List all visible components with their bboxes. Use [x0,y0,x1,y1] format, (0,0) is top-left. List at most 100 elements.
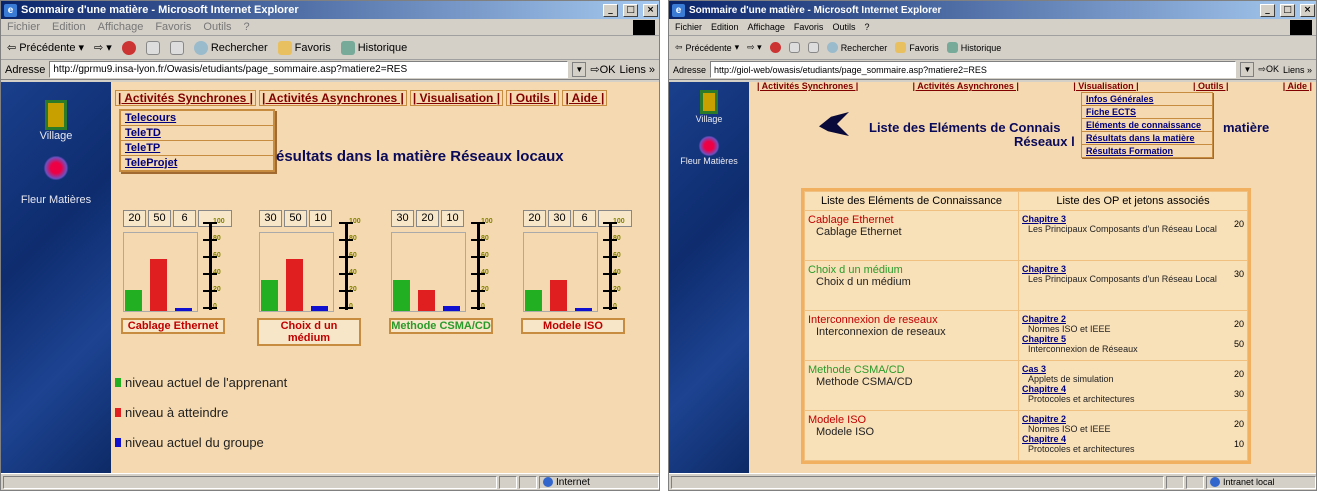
url-dropdown-button[interactable]: ▼ [572,62,587,77]
go-button[interactable]: ⇨OK [590,63,615,76]
nav-activites-synchrones[interactable]: | Activités Synchrones | [757,81,858,91]
chapter-description: Interconnexion de Réseaux [1028,344,1138,354]
menu-favoris[interactable]: Favoris [794,22,824,32]
forward-button[interactable]: ⇨ ▾ [747,42,762,53]
menu-outils[interactable]: Outils [832,22,855,32]
nav-outils[interactable]: | Outils | [506,90,560,106]
gauge-value: 6 [173,210,196,227]
history-button[interactable]: Historique [340,40,407,55]
gauge-value: 20 [523,210,546,227]
menu-item-teleprojet[interactable]: TeleProjet [121,156,273,170]
menu-help[interactable]: ? [864,22,869,32]
menu-outils[interactable]: Outils [203,21,231,33]
op-entry: Chapitre 5 Interconnexion de Réseaux 50 [1022,334,1244,354]
stop-icon[interactable] [769,42,781,53]
nav-activites-synchrones[interactable]: | Activités Synchrones | [115,90,256,106]
nav-visualisation[interactable]: | Visualisation | [1073,81,1138,91]
favorites-button[interactable]: Favoris [895,42,939,53]
menu-item-teletd[interactable]: TeleTD [121,126,273,141]
gauge-label: Choix d un médium [257,318,361,346]
nav-activites-asynchrones[interactable]: | Activités Asynchrones | [258,90,407,106]
chapter-description: Applets de simulation [1028,374,1114,384]
gauge-0: 20506100806040200Cablage Ethernet [121,210,233,340]
chapter-description: Protocoles et architectures [1028,394,1135,404]
gauge-1: 305010100806040200Choix d un médium [257,210,369,346]
home-icon[interactable] [169,40,184,55]
gauge-value: 50 [284,210,307,227]
history-button[interactable]: Historique [946,42,1001,53]
links-button[interactable]: Liens » [1283,65,1312,75]
menu-item-resultats-formation[interactable]: Résultats Formation [1082,145,1212,157]
chapter-link[interactable]: Chapitre 4 [1022,384,1135,394]
fleur-matieres-link[interactable]: Fleur Matières [1,156,111,206]
nav-activites-asynchrones[interactable]: | Activités Asynchrones | [913,81,1019,91]
toolbar: ⇦ Précédente ▾ ⇨ ▾ Rechercher Favoris His… [669,36,1316,60]
token-value: 50 [1233,339,1244,349]
nav-aide[interactable]: | Aide | [1283,81,1312,91]
element-cell: Methode CSMA/CD Methode CSMA/CD [804,360,1019,411]
village-link[interactable]: Village [669,90,749,124]
maximize-button[interactable]: □ [623,3,638,17]
menu-edition[interactable]: Edition [711,22,739,32]
menu-item-fiche-ects[interactable]: Fiche ECTS [1082,106,1212,119]
fleur-matieres-link[interactable]: Fleur Matières [669,136,749,166]
minimize-button[interactable]: _ [1260,3,1275,17]
menu-item-resultats-matiere[interactable]: Résultats dans la matière [1082,132,1212,145]
chapter-link[interactable]: Chapitre 4 [1022,434,1135,444]
flower-icon [698,136,720,156]
chapter-link[interactable]: Cas 3 [1022,364,1114,374]
url-field[interactable]: http://giol-web/owasis/etudiants/page_so… [710,61,1237,78]
refresh-icon[interactable] [788,42,800,53]
minimize-button[interactable]: _ [603,3,618,17]
menu-affichage[interactable]: Affichage [98,21,144,33]
scale-tick [471,222,485,224]
chapter-link[interactable]: Chapitre 3 [1022,264,1217,274]
elements-table: Liste des Eléments de Connaissance Liste… [804,191,1248,461]
menu-favoris[interactable]: Favoris [155,21,191,33]
go-button[interactable]: ⇨OK [1258,64,1279,75]
chapter-link[interactable]: Chapitre 2 [1022,314,1111,324]
table-row: Cablage Ethernet Cablage Ethernet Chapitre… [804,210,1248,261]
home-icon[interactable] [807,42,819,53]
close-button[interactable]: × [1300,3,1315,17]
menu-item-telecours[interactable]: Telecours [121,111,273,126]
menu-fichier[interactable]: Fichier [675,22,702,32]
scale-tick [603,256,617,258]
menu-affichage[interactable]: Affichage [748,22,785,32]
menu-fichier[interactable]: Fichier [7,21,40,33]
chapter-link[interactable]: Chapitre 3 [1022,214,1217,224]
chapter-link[interactable]: Chapitre 2 [1022,414,1111,424]
back-button[interactable]: ⇦ Précédente ▾ [675,42,739,53]
menu-item-infos-generales[interactable]: Infos Générales [1082,93,1212,106]
favorites-button[interactable]: Favoris [277,40,331,55]
chapter-link[interactable]: Chapitre 5 [1022,334,1138,344]
search-icon [826,42,838,53]
nav-outils[interactable]: | Outils | [1193,81,1229,91]
left-browser-window: e Sommaire d'une matière - Microsoft Int… [0,0,660,491]
village-link[interactable]: Village [1,100,111,142]
synchrones-dropdown: Telecours TeleTD TeleTP TeleProjet [119,109,275,172]
menu-item-teletp[interactable]: TeleTP [121,141,273,156]
menu-help[interactable]: ? [244,21,250,33]
nav-aide[interactable]: | Aide | [562,90,608,106]
back-button[interactable]: ⇦ Précédente ▾ [7,41,84,55]
forward-button[interactable]: ⇨ ▾ [94,41,112,54]
token-value: 20 [1233,419,1244,429]
search-button[interactable]: Rechercher [826,42,887,53]
stop-icon[interactable] [121,40,136,55]
menu-edition[interactable]: Edition [52,21,86,33]
close-button[interactable]: × [643,3,658,17]
element-title: Interconnexion de reseaux [808,314,938,326]
maximize-button[interactable]: □ [1280,3,1295,17]
links-button[interactable]: Liens » [620,64,655,76]
token-value: 30 [1233,269,1244,279]
scale-tick [471,256,485,258]
menu-item-elements-connaissance[interactable]: Eléments de connaissance [1082,119,1212,132]
url-dropdown-button[interactable]: ▼ [1240,62,1255,77]
refresh-icon[interactable] [145,40,160,55]
windows-flag-icon [633,20,655,35]
nav-visualisation[interactable]: | Visualisation | [409,90,504,106]
search-button[interactable]: Rechercher [193,40,268,55]
scale-tick [203,307,217,309]
url-field[interactable]: http://gprmu9.insa-lyon.fr/Owasis/etudia… [49,61,569,78]
